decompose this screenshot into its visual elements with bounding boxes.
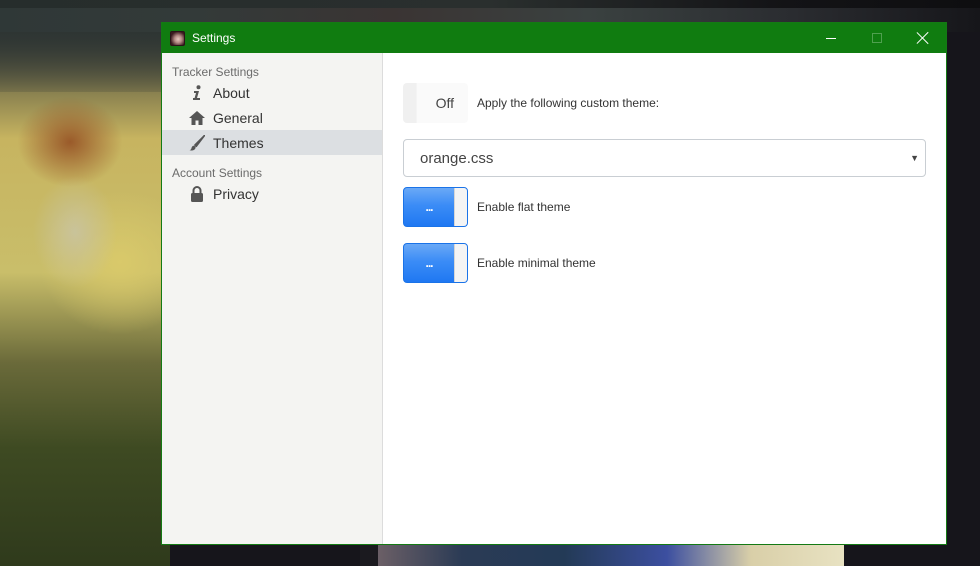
flat-theme-toggle[interactable]: ... [403,187,468,227]
flat-theme-row: ... Enable flat theme [403,187,570,227]
maximize-button[interactable] [854,23,900,53]
desktop-background-strip [360,544,378,566]
dropdown-arrow-icon: ▼ [910,153,919,163]
sidebar-item-themes[interactable]: Themes [162,130,382,155]
minimal-theme-label: Enable minimal theme [477,256,596,270]
theme-file-select[interactable]: orange.css ▼ [403,139,926,177]
title-bar[interactable]: Settings [162,23,946,53]
custom-theme-label: Apply the following custom theme: [477,96,660,110]
toggle-ellipsis: ... [425,200,433,214]
minimize-icon [826,37,836,39]
custom-theme-row: Off Apply the following custom theme: [403,83,659,123]
flat-theme-label: Enable flat theme [477,200,571,214]
desktop-background-band [0,0,980,8]
sidebar-item-privacy[interactable]: Privacy [162,181,382,206]
toggle-ellipsis: ... [425,256,433,270]
minimal-theme-toggle[interactable]: ... [403,243,468,283]
section-header-account-settings: Account Settings [172,166,263,180]
maximize-icon [872,33,882,43]
custom-theme-toggle[interactable]: Off [403,83,468,123]
lock-icon [188,185,206,203]
window-title: Settings [192,31,236,45]
brush-icon [188,134,206,152]
app-avatar-icon [170,31,185,46]
sidebar: Tracker Settings About General Themes Ac… [162,53,383,544]
sidebar-item-label: General [213,109,263,126]
section-header-tracker-settings: Tracker Settings [172,65,259,79]
toggle-knob [454,244,467,282]
toggle-knob [454,188,467,226]
sidebar-item-about[interactable]: About [162,80,382,105]
desktop-wallpaper-shade [0,32,170,92]
sidebar-item-label: About [213,84,250,101]
close-button[interactable] [900,23,946,53]
minimize-button[interactable] [808,23,854,53]
desktop-wallpaper-art-bottom [378,544,844,566]
sidebar-item-label: Privacy [213,185,259,202]
desktop-wallpaper-art [0,32,170,566]
themes-panel: Off Apply the following custom theme: or… [383,53,946,544]
theme-file-value: orange.css [420,149,494,167]
toggle-state-label: Off [435,95,454,111]
home-icon [188,109,206,127]
close-icon [917,32,929,44]
sidebar-item-label: Themes [213,134,264,151]
minimal-theme-row: ... Enable minimal theme [403,243,596,283]
info-icon [188,84,206,102]
sidebar-item-general[interactable]: General [162,105,382,130]
settings-window: Settings Tracker Settings About General … [161,22,947,545]
